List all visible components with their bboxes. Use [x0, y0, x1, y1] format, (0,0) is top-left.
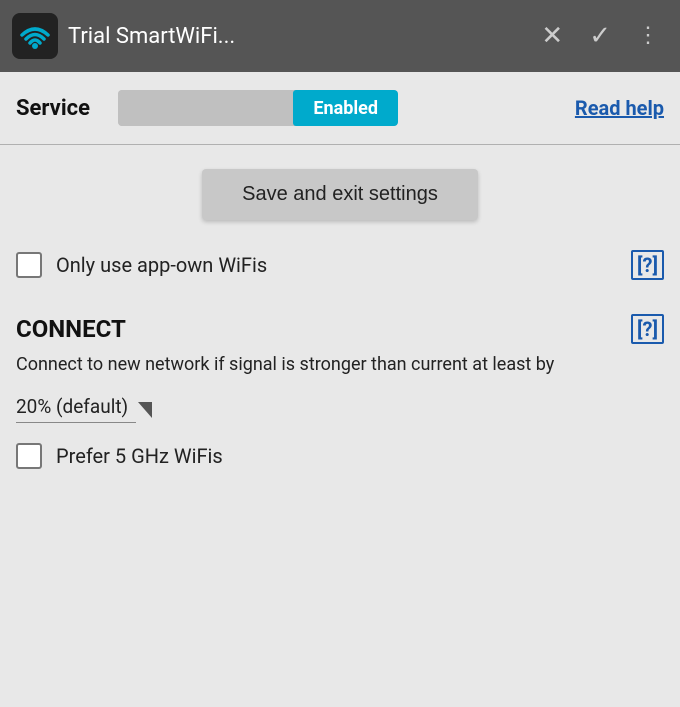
app-icon — [12, 13, 58, 59]
prefer-5ghz-label: Prefer 5 GHz WiFis — [56, 444, 664, 468]
check-icon[interactable]: ✓ — [581, 15, 619, 57]
only-own-wifi-help-badge[interactable]: [?] — [631, 250, 664, 280]
service-toggle[interactable]: Enabled — [118, 90, 398, 126]
only-own-wifi-checkbox[interactable] — [16, 252, 42, 278]
save-area: Save and exit settings — [0, 145, 680, 240]
service-row: Service Enabled Read help — [0, 72, 680, 144]
title-bar: Trial SmartWiFi... ✕ ✓ ⋮ — [0, 0, 680, 72]
app-title: Trial SmartWiFi... — [68, 24, 523, 49]
close-icon[interactable]: ✕ — [533, 15, 571, 57]
connect-header: CONNECT [?] — [0, 300, 680, 352]
only-own-wifi-label: Only use app-own WiFis — [56, 253, 617, 277]
content-area: Service Enabled Read help Save and exit … — [0, 72, 680, 479]
more-options-icon[interactable]: ⋮ — [629, 17, 668, 55]
signal-strength-value: 20% (default) — [16, 395, 136, 423]
prefer-5ghz-checkbox[interactable] — [16, 443, 42, 469]
dropdown-arrow-icon[interactable] — [138, 402, 152, 418]
signal-strength-dropdown-row: 20% (default) — [0, 389, 680, 433]
prefer-5ghz-row: Prefer 5 GHz WiFis — [0, 433, 680, 479]
read-help-link[interactable]: Read help — [575, 96, 664, 120]
connect-description: Connect to new network if signal is stro… — [0, 352, 680, 389]
connect-title: CONNECT — [16, 315, 631, 343]
save-button[interactable]: Save and exit settings — [202, 169, 478, 220]
section-gap-1 — [0, 290, 680, 300]
only-own-wifi-row: Only use app-own WiFis [?] — [0, 240, 680, 290]
toggle-enabled-label[interactable]: Enabled — [293, 90, 398, 126]
toggle-off-area — [118, 90, 293, 126]
connect-help-badge[interactable]: [?] — [631, 314, 664, 344]
service-label: Service — [16, 96, 106, 121]
